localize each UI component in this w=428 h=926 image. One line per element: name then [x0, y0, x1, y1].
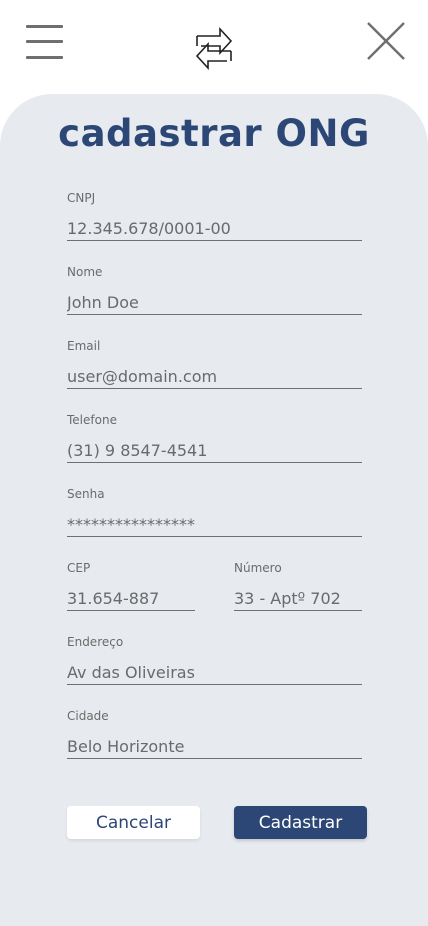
email-label: Email: [67, 339, 101, 353]
cnpj-input[interactable]: [67, 216, 362, 241]
senha-input[interactable]: [67, 512, 362, 537]
telefone-label: Telefone: [67, 413, 117, 427]
menu-line: [26, 56, 63, 59]
cep-label: CEP: [67, 561, 91, 575]
hamburger-menu-icon[interactable]: [26, 24, 64, 60]
nome-field: Nome: [67, 264, 362, 315]
senha-field: Senha: [67, 486, 362, 537]
top-bar: [0, 0, 428, 90]
cancel-button[interactable]: Cancelar: [67, 806, 200, 839]
telefone-input[interactable]: [67, 438, 362, 463]
cnpj-label: CNPJ: [67, 191, 96, 205]
nome-input[interactable]: [67, 290, 362, 315]
menu-line: [26, 25, 63, 28]
cidade-input[interactable]: [67, 734, 362, 759]
numero-input[interactable]: [234, 586, 362, 611]
cidade-field: Cidade: [67, 708, 362, 759]
telefone-field: Telefone: [67, 412, 362, 463]
cep-field: CEP: [67, 560, 195, 611]
nome-label: Nome: [67, 265, 103, 279]
page-title: cadastrar ONG: [58, 112, 370, 155]
close-icon[interactable]: [366, 21, 406, 61]
menu-line: [26, 40, 63, 43]
numero-field: Número: [234, 560, 362, 611]
numero-label: Número: [234, 561, 282, 575]
submit-button[interactable]: Cadastrar: [234, 806, 367, 839]
endereco-field: Endereço: [67, 634, 362, 685]
cep-input[interactable]: [67, 586, 195, 611]
endereco-label: Endereço: [67, 635, 124, 649]
endereco-input[interactable]: [67, 660, 362, 685]
senha-label: Senha: [67, 487, 105, 501]
swap-arrows-icon[interactable]: [189, 16, 239, 71]
email-input[interactable]: [67, 364, 362, 389]
email-field: Email: [67, 338, 362, 389]
cidade-label: Cidade: [67, 709, 109, 723]
cnpj-field: CNPJ: [67, 190, 362, 241]
